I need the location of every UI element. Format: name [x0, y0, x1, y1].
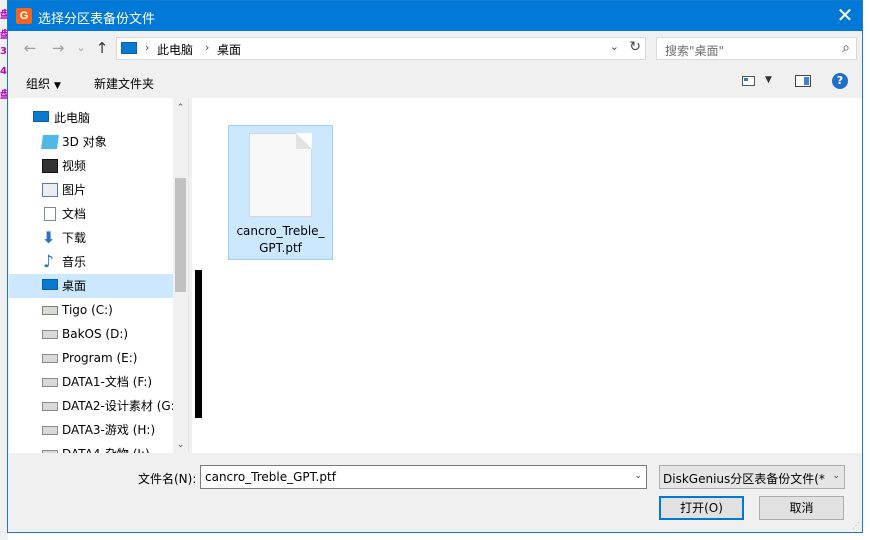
filename-value: cancro_Treble_GPT.ptf: [205, 470, 336, 484]
chevron-down-icon[interactable]: ⌄: [634, 471, 642, 481]
sidebar-scrollbar[interactable]: ⌃ ⌄: [173, 98, 188, 453]
sidebar-item-drive-d[interactable]: BakOS (D:): [9, 322, 173, 346]
file-type-value: DiskGenius分区表备份文件(*.ptf): [663, 472, 825, 486]
system-drive-icon: [42, 306, 58, 315]
new-folder-button[interactable]: 新建文件夹: [94, 75, 154, 92]
sidebar-item-videos[interactable]: 视频: [9, 154, 173, 178]
desktop-icon: [42, 279, 58, 290]
breadcrumb-separator[interactable]: ›: [205, 41, 209, 54]
sidebar-item-downloads[interactable]: ⬇ 下载: [9, 226, 173, 250]
up-arrow-icon[interactable]: ↑: [92, 38, 112, 58]
filename-label: 文件名(N):: [138, 472, 197, 486]
preview-pane-icon[interactable]: [795, 75, 811, 87]
file-list[interactable]: cancro_Treble_ GPT.ptf: [192, 98, 862, 453]
back-arrow-icon[interactable]: ←: [20, 38, 40, 58]
sidebar-item-label: 下载: [62, 231, 87, 245]
resize-grip-icon[interactable]: ⋰: [852, 521, 860, 530]
scrollbar-thumb[interactable]: [175, 178, 186, 292]
address-dropdown-icon[interactable]: ⌄: [610, 40, 619, 53]
view-options-icon[interactable]: [742, 76, 755, 86]
cancel-button[interactable]: 取消: [759, 496, 844, 520]
app-icon: G: [16, 8, 32, 24]
sidebar-item-label: Program (E:): [62, 351, 138, 365]
search-icon[interactable]: ⌕: [842, 40, 850, 56]
breadcrumb-this-pc[interactable]: 此电脑: [157, 41, 193, 58]
redaction-bar: [195, 270, 202, 418]
sidebar-item-drive-g[interactable]: DATA2-设计素材 (G:: [9, 394, 173, 418]
sidebar-item-label: BakOS (D:): [62, 327, 129, 341]
caret-down-icon: ▼: [54, 81, 61, 91]
computer-icon: [33, 111, 49, 122]
3d-objects-icon: [41, 135, 59, 149]
scroll-up-icon[interactable]: ⌃: [173, 100, 188, 116]
dialog-title: 选择分区表备份文件: [38, 12, 156, 27]
breadcrumb-separator[interactable]: ›: [145, 41, 149, 54]
filename-input[interactable]: cancro_Treble_GPT.ptf ⌄: [200, 465, 647, 489]
toolbar: 组织 ▼ 新建文件夹 ▼ ?: [8, 67, 862, 97]
sidebar-item-drive-i[interactable]: DATA4-杂物 (I:): [9, 442, 173, 453]
sidebar-item-label: Tigo (C:): [62, 303, 113, 317]
sidebar-item-pictures[interactable]: 图片: [9, 178, 173, 202]
document-icon: [44, 207, 56, 221]
sidebar-item-drive-c[interactable]: Tigo (C:): [9, 298, 173, 322]
drive-icon: [42, 354, 58, 363]
picture-icon: [42, 183, 58, 197]
sidebar-item-3d-objects[interactable]: 3D 对象: [9, 130, 173, 154]
forward-arrow-icon[interactable]: →: [48, 38, 68, 58]
sidebar-item-desktop[interactable]: 桌面: [9, 274, 173, 298]
sidebar-item-music[interactable]: ♪ 音乐: [9, 250, 173, 274]
sidebar-item-drive-f[interactable]: DATA1-文档 (F:): [9, 370, 173, 394]
close-icon[interactable]: ✕: [828, 1, 862, 31]
computer-icon: [121, 42, 137, 54]
sidebar-item-label: 图片: [62, 183, 87, 197]
file-type-select[interactable]: DiskGenius分区表备份文件(*.ptf) ⌄: [659, 465, 845, 489]
sidebar-item-documents[interactable]: 文档: [9, 202, 173, 226]
help-icon[interactable]: ?: [832, 73, 848, 89]
open-button[interactable]: 打开(O): [659, 496, 744, 520]
address-bar[interactable]: › 此电脑 › 桌面 ⌄ ↻: [116, 37, 646, 60]
sidebar-item-label: 此电脑: [54, 111, 91, 125]
search-input[interactable]: 搜索"桌面" ⌕: [656, 37, 857, 60]
breadcrumb-desktop[interactable]: 桌面: [217, 41, 241, 58]
file-name-line: GPT.ptf: [259, 241, 302, 255]
sidebar-item-label: 3D 对象: [62, 135, 107, 149]
download-icon: ⬇: [42, 228, 56, 247]
refresh-icon[interactable]: ↻: [629, 39, 641, 55]
drive-icon: [42, 402, 58, 411]
sidebar-item-label: DATA4-杂物 (I:): [62, 442, 150, 453]
drive-icon: [42, 426, 58, 435]
sidebar-item-this-pc[interactable]: 此电脑: [9, 106, 173, 130]
scroll-down-icon[interactable]: ⌄: [173, 437, 188, 453]
navigation-pane: 此电脑 3D 对象 视频 图片 文档 ⬇ 下载 ♪ 音乐 桌面 Tigo (C:…: [9, 98, 189, 453]
file-open-dialog: G 选择分区表备份文件 ✕ ← → ⌄ ↑ › 此电脑 › 桌面 ⌄ ↻ 搜索"…: [7, 0, 863, 533]
recent-locations-icon[interactable]: ⌄: [71, 38, 91, 58]
sidebar-item-drive-e[interactable]: Program (E:): [9, 346, 173, 370]
chevron-down-icon[interactable]: ⌄: [832, 471, 840, 481]
sidebar-item-label: 音乐: [62, 255, 87, 269]
sidebar-item-label: DATA1-文档 (F:): [62, 375, 153, 389]
sidebar-item-label: DATA3-游戏 (H:): [62, 423, 156, 437]
sidebar-item-label: 视频: [62, 159, 87, 173]
drive-icon: [42, 378, 58, 387]
organize-button[interactable]: 组织 ▼: [26, 75, 61, 92]
sidebar-item-label: 文档: [62, 207, 87, 221]
sidebar-item-label: 桌面: [62, 279, 87, 293]
view-caret-icon[interactable]: ▼: [765, 75, 772, 85]
organize-label: 组织: [26, 77, 51, 91]
drive-icon: [42, 330, 58, 339]
drive-icon: [42, 450, 58, 453]
video-icon: [42, 159, 58, 173]
search-placeholder: 搜索"桌面": [665, 44, 725, 58]
file-name-line: cancro_Treble_: [236, 224, 325, 238]
file-item[interactable]: cancro_Treble_ GPT.ptf: [228, 125, 333, 260]
generic-file-icon: [249, 133, 312, 217]
sidebar-item-drive-h[interactable]: DATA3-游戏 (H:): [9, 418, 173, 442]
music-icon: ♪: [43, 252, 54, 272]
title-bar[interactable]: G 选择分区表备份文件 ✕: [8, 1, 862, 31]
file-name: cancro_Treble_ GPT.ptf: [229, 223, 332, 257]
sidebar-item-label: DATA2-设计素材 (G:: [62, 399, 173, 413]
